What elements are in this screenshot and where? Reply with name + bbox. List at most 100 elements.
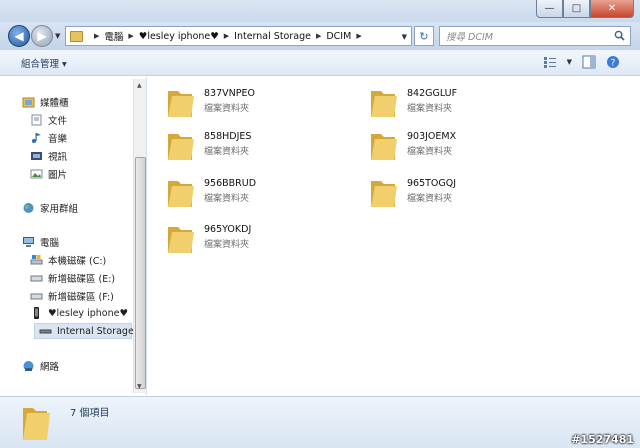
command-bar: 組合管理 ▾ ▼ ? <box>0 50 640 76</box>
folder-item[interactable]: 837VNPEO 檔案資料夾 <box>148 81 348 121</box>
folder-item[interactable]: 965TOGQJ 檔案資料夾 <box>351 171 551 211</box>
folder-icon <box>70 30 83 42</box>
minimize-button[interactable]: — <box>536 0 563 18</box>
folder-type: 檔案資料夾 <box>407 104 453 114</box>
view-options-icon[interactable] <box>543 55 557 69</box>
breadcrumb-internal-storage[interactable]: Internal Storage <box>234 31 311 42</box>
search-icon[interactable] <box>614 30 625 41</box>
folder-name: 903JOEMX <box>407 131 457 142</box>
sidebar-item-label: 音樂 <box>48 134 68 145</box>
storage-icon <box>39 329 52 334</box>
sidebar-item-label: 本機磁碟 (C:) <box>48 256 107 267</box>
system-drive-icon <box>30 255 43 265</box>
folder-item[interactable]: 965YOKDJ 檔案資料夾 <box>148 217 348 257</box>
search-input[interactable]: 搜尋 DCIM <box>439 26 631 46</box>
network-icon <box>23 361 34 371</box>
sidebar-item-music[interactable]: 音樂 <box>30 131 67 145</box>
back-button[interactable]: ◀ <box>8 25 30 47</box>
maximize-button[interactable]: □ <box>563 0 590 18</box>
chevron-right-icon[interactable]: ▶ <box>356 32 361 40</box>
sidebar-item-label: 網路 <box>40 362 60 373</box>
forward-button[interactable]: ▶ <box>31 25 53 47</box>
refresh-button[interactable]: ↻ <box>414 26 434 46</box>
scroll-down-arrow-icon[interactable]: ▼ <box>137 383 142 390</box>
folder-icon <box>168 227 194 253</box>
folder-item[interactable]: 842GGLUF 檔案資料夾 <box>351 81 551 121</box>
preview-pane-icon[interactable] <box>582 55 596 69</box>
folder-name: 965TOGQJ <box>407 178 457 189</box>
library-icon <box>22 97 35 108</box>
folder-item[interactable]: 858HDJES 檔案資料夾 <box>148 124 348 164</box>
computer-icon <box>23 237 34 247</box>
folder-icon <box>168 181 194 207</box>
sidebar-item-label: 文件 <box>48 116 68 127</box>
recent-pages-dropdown[interactable]: ▼ <box>55 32 60 40</box>
view-dropdown-icon[interactable]: ▼ <box>567 58 572 66</box>
svg-text:?: ? <box>611 59 616 69</box>
folder-icon <box>168 91 194 117</box>
sidebar-item-drive-e[interactable]: 新增磁碟區 (E:) <box>30 271 115 285</box>
folder-type: 檔案資料夾 <box>204 104 250 114</box>
folder-type: 檔案資料夾 <box>204 240 250 250</box>
watermark: #1527481 <box>571 433 634 446</box>
close-button[interactable]: ✕ <box>590 0 634 18</box>
sidebar-item-label: 新增磁碟區 (E:) <box>48 274 116 285</box>
folder-icon <box>371 134 397 160</box>
sidebar-item-internal-storage[interactable]: Internal Storage <box>34 323 134 339</box>
sidebar-item-label: 電腦 <box>40 238 60 249</box>
video-icon <box>31 152 42 160</box>
sidebar-item-network[interactable]: 網路 <box>22 359 59 373</box>
help-icon[interactable]: ? <box>606 55 620 69</box>
chevron-right-icon[interactable]: ▶ <box>316 32 321 40</box>
music-icon <box>32 133 41 143</box>
address-dropdown-icon[interactable]: ▼ <box>402 33 407 41</box>
sidebar-item-drive-c[interactable]: 本機磁碟 (C:) <box>30 253 106 267</box>
sidebar-item-label: 視訊 <box>48 152 68 163</box>
sidebar-item-iphone[interactable]: ♥lesley iphone♥ <box>30 307 128 319</box>
details-pane: 7 個項目 #1527481 <box>0 396 640 448</box>
organize-button[interactable]: 組合管理 ▾ <box>21 56 67 70</box>
sidebar-scrollbar[interactable]: ▲ ▼ <box>133 79 146 393</box>
breadcrumb-dcim[interactable]: DCIM <box>326 31 351 42</box>
breadcrumb-computer[interactable]: 電腦 <box>104 29 123 43</box>
sidebar-item-documents[interactable]: 文件 <box>30 113 67 127</box>
chevron-right-icon[interactable]: ▶ <box>224 32 229 40</box>
sidebar-item-videos[interactable]: 視訊 <box>30 149 67 163</box>
scroll-up-arrow-icon[interactable]: ▲ <box>137 82 142 89</box>
sidebar-item-drive-f[interactable]: 新增磁碟區 (F:) <box>30 289 114 303</box>
drive-icon <box>30 293 43 300</box>
folder-name: 837VNPEO <box>204 88 255 99</box>
sidebar-item-label: 媒體櫃 <box>40 98 69 109</box>
folder-icon <box>371 91 397 117</box>
toolbar-right: ▼ ? <box>543 55 620 69</box>
window-controls: — □ ✕ <box>536 0 634 18</box>
scrollbar-thumb[interactable] <box>135 157 146 389</box>
navigation-bar: ◀ ▶ ▼ ▶ 電腦 ▶ ♥lesley iphone♥ ▶ Internal … <box>0 22 640 50</box>
documents-icon <box>31 114 42 126</box>
folder-item[interactable]: 903JOEMX 檔案資料夾 <box>351 124 551 164</box>
folder-icon <box>168 134 194 160</box>
sidebar-item-computer[interactable]: 電腦 <box>22 235 59 249</box>
chevron-right-icon[interactable]: ▶ <box>128 32 133 40</box>
folder-item[interactable]: 956BBRUD 檔案資料夾 <box>148 171 348 211</box>
folder-name: 956BBRUD <box>204 178 257 189</box>
address-bar[interactable]: ▶ 電腦 ▶ ♥lesley iphone♥ ▶ Internal Storag… <box>65 26 412 46</box>
phone-icon <box>34 307 39 319</box>
sidebar-item-pictures[interactable]: 圖片 <box>30 167 67 181</box>
folder-name: 842GGLUF <box>407 88 458 99</box>
homegroup-icon <box>23 203 34 213</box>
chevron-right-icon[interactable]: ▶ <box>94 32 99 40</box>
folder-icon <box>371 181 397 207</box>
folder-type: 檔案資料夾 <box>407 194 453 204</box>
file-list: 837VNPEO 檔案資料夾 842GGLUF 檔案資料夾 858HDJES 檔… <box>148 77 640 395</box>
title-bar: — □ ✕ <box>0 0 640 22</box>
pictures-icon <box>30 169 43 179</box>
breadcrumb-device[interactable]: ♥lesley iphone♥ <box>139 31 219 42</box>
sidebar-item-libraries[interactable]: 媒體櫃 <box>22 95 69 109</box>
sidebar-item-homegroup[interactable]: 家用群組 <box>22 201 78 215</box>
folder-type: 檔案資料夾 <box>204 194 250 204</box>
drive-icon <box>30 275 43 282</box>
navigation-pane: 媒體櫃 文件 音樂 視訊 圖片 家用群組 電腦 本機磁碟 (C:) 新增磁碟區 … <box>0 77 147 395</box>
folder-name: 858HDJES <box>204 131 252 142</box>
sidebar-item-label: 新增磁碟區 (F:) <box>48 292 114 303</box>
